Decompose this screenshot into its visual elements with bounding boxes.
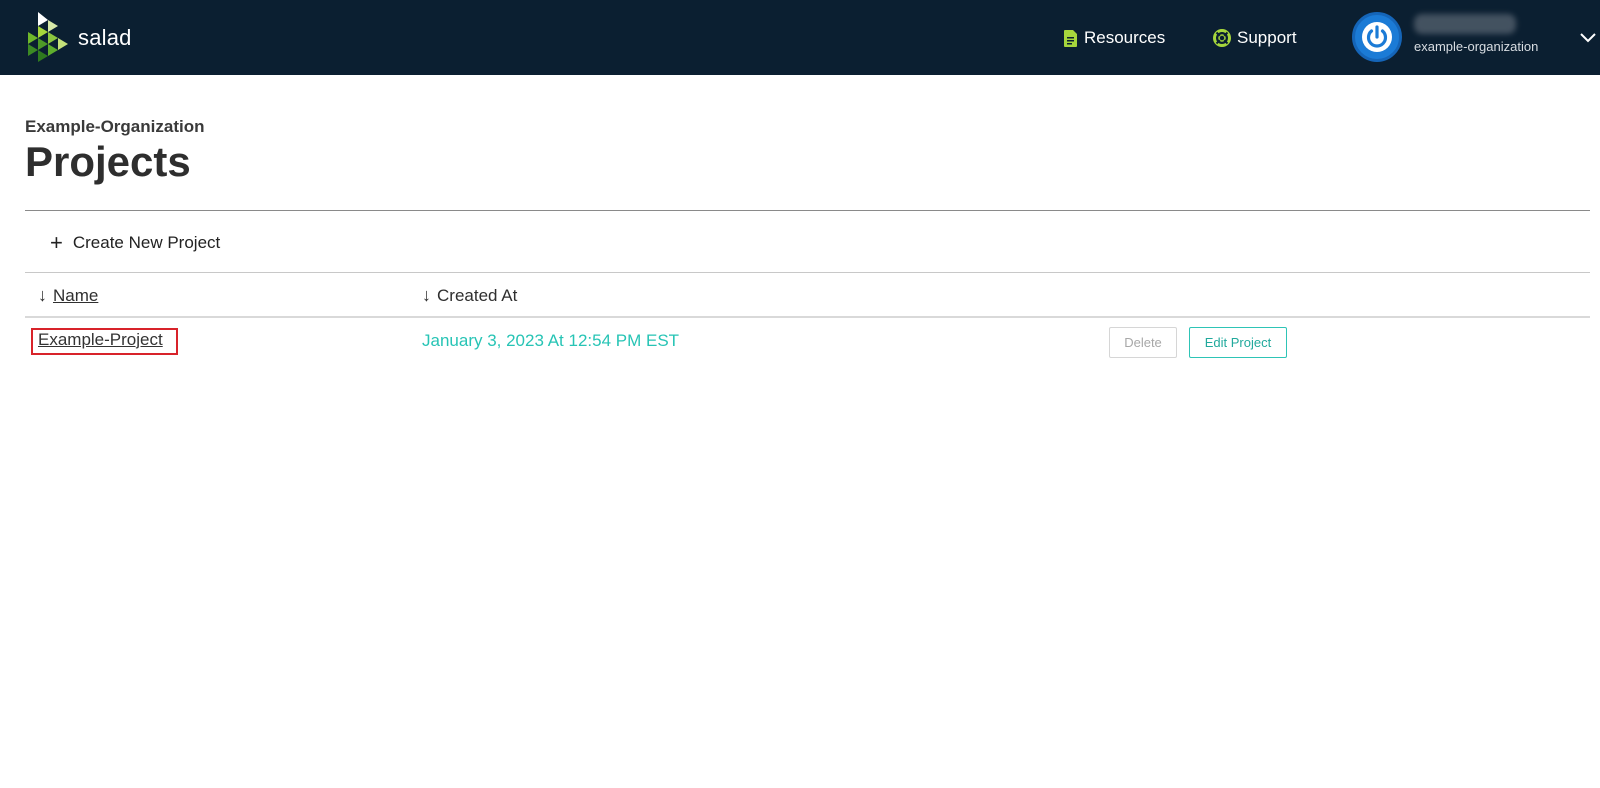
power-icon xyxy=(1362,22,1392,52)
salad-logo-icon xyxy=(28,12,68,62)
lifebuoy-icon xyxy=(1213,29,1231,47)
support-link[interactable]: Support xyxy=(1213,26,1297,50)
delete-button[interactable]: Delete xyxy=(1109,327,1177,358)
column-header-created-at[interactable]: ↓ Created At xyxy=(422,285,517,306)
project-name-link[interactable]: Example-Project xyxy=(38,330,163,350)
sort-arrow-down-icon: ↓ xyxy=(422,285,431,305)
brand-name: salad xyxy=(78,25,132,50)
create-project-label: Create New Project xyxy=(72,233,221,252)
top-navigation-bar: salad Resources Support example-organiza… xyxy=(0,0,1600,75)
username-redacted xyxy=(1414,14,1516,34)
divider xyxy=(25,272,1590,273)
plus-icon: + xyxy=(50,230,63,255)
chevron-down-icon[interactable] xyxy=(1580,30,1596,48)
edit-project-button[interactable]: Edit Project xyxy=(1189,327,1287,358)
resources-label: Resources xyxy=(1084,28,1166,47)
create-project-button[interactable]: + Create New Project xyxy=(50,232,220,254)
sort-arrow-down-icon: ↓ xyxy=(38,285,47,305)
divider xyxy=(25,210,1590,211)
support-label: Support xyxy=(1237,28,1297,47)
column-header-created-label: Created At xyxy=(437,285,518,305)
user-org-label: example-organization xyxy=(1414,39,1539,54)
column-header-name-label: Name xyxy=(53,285,99,305)
organization-title: Example-Organization xyxy=(25,117,205,136)
brand-logo[interactable]: salad xyxy=(24,12,132,64)
document-icon xyxy=(1064,29,1077,47)
project-created-at: January 3, 2023 At 12:54 PM EST xyxy=(422,331,680,350)
resources-link[interactable]: Resources xyxy=(1064,26,1165,50)
page-title: Projects xyxy=(25,138,191,185)
user-avatar[interactable] xyxy=(1352,12,1402,62)
table-header-divider xyxy=(25,316,1590,318)
column-header-name[interactable]: ↓ Name xyxy=(38,285,98,306)
